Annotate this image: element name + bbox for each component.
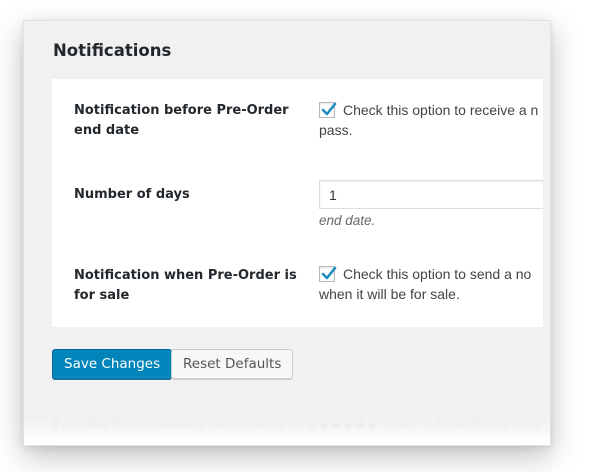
notify-for-sale-description-cont: when it will be for sale. bbox=[319, 286, 460, 302]
notify-before-end-description-cont: pass. bbox=[319, 122, 353, 138]
checkmark-icon bbox=[321, 102, 337, 116]
number-of-days-input[interactable]: 1 bbox=[319, 180, 543, 209]
bottom-fade-overlay bbox=[24, 375, 550, 445]
notify-for-sale-description: Check this option to send a no bbox=[343, 266, 532, 282]
settings-card: Notifications Notification before Pre-Or… bbox=[23, 20, 551, 446]
notify-for-sale-checkbox[interactable] bbox=[319, 266, 337, 282]
footer-rating-text: If you like WooCommerce please leave us … bbox=[51, 418, 542, 433]
setting-label-number-of-days: Number of days bbox=[74, 187, 190, 202]
setting-label-notify-before-end: Notification before Pre-Order end date bbox=[74, 103, 289, 138]
settings-panel: Notification before Pre-Order end date C… bbox=[52, 79, 543, 327]
checkmark-icon bbox=[321, 266, 337, 280]
notify-before-end-description: Check this option to receive a n bbox=[343, 102, 539, 118]
notify-before-end-checkbox[interactable] bbox=[319, 102, 337, 118]
section-title: Notifications bbox=[53, 41, 172, 60]
reset-defaults-button[interactable]: Reset Defaults bbox=[171, 349, 294, 379]
number-of-days-description: end date. bbox=[319, 213, 376, 228]
setting-label-notify-for-sale: Notification when Pre-Order is for sale bbox=[74, 268, 297, 303]
save-changes-button[interactable]: Save Changes bbox=[52, 349, 173, 379]
